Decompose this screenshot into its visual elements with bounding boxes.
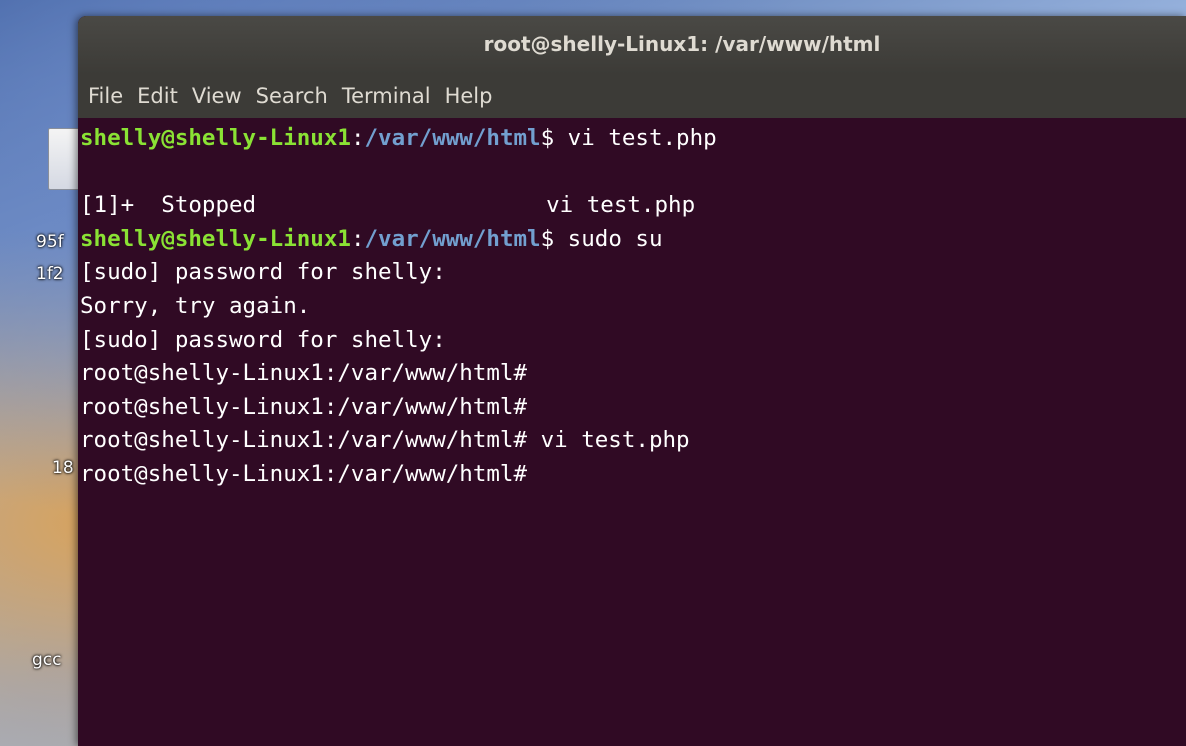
terminal-output[interactable]: shelly@shelly-Linux1:/var/www/html$ vi t… bbox=[78, 118, 1186, 746]
prompt-user: shelly@shelly-Linux1 bbox=[80, 225, 351, 252]
desktop-file-icon[interactable] bbox=[48, 128, 80, 190]
terminal-line: [sudo] password for shelly: bbox=[80, 259, 446, 286]
command-text: vi test.php bbox=[554, 125, 717, 151]
menu-search[interactable]: Search bbox=[256, 84, 328, 108]
terminal-line: root@shelly-Linux1:/var/www/html# bbox=[80, 460, 528, 487]
job-status: [1]+ Stopped bbox=[80, 192, 257, 219]
menu-bar: File Edit View Search Terminal Help bbox=[78, 74, 1186, 118]
window-titlebar[interactable]: root@shelly-Linux1: /var/www/html bbox=[78, 16, 1186, 74]
prompt-user: shelly@shelly-Linux1 bbox=[80, 125, 351, 151]
prompt-path: /var/www/html bbox=[364, 125, 541, 151]
menu-terminal[interactable]: Terminal bbox=[342, 84, 431, 108]
window-title: root@shelly-Linux1: /var/www/html bbox=[483, 32, 881, 56]
desktop-background: 95f 1f2 18 gcc root@shelly-Linux1: /var/… bbox=[0, 0, 1186, 746]
terminal-line: Sorry, try again. bbox=[80, 292, 311, 319]
prompt-dollar: $ bbox=[540, 225, 555, 252]
terminal-line-empty bbox=[80, 156, 1186, 190]
terminal-line: shelly@shelly-Linux1:/var/www/html$ sudo… bbox=[80, 225, 663, 252]
desktop-icon-label: 95f bbox=[36, 232, 64, 252]
prompt-dollar: $ bbox=[540, 125, 555, 151]
menu-view[interactable]: View bbox=[192, 84, 242, 108]
terminal-line: [sudo] password for shelly: bbox=[80, 326, 446, 353]
prompt-path: /var/www/html bbox=[364, 225, 541, 252]
terminal-line: [1]+ Stopped vi test.php bbox=[80, 189, 1186, 223]
desktop-icon-label: 18 bbox=[52, 458, 74, 478]
job-command: vi test.php bbox=[546, 192, 696, 219]
menu-help[interactable]: Help bbox=[445, 84, 493, 108]
menu-edit[interactable]: Edit bbox=[137, 84, 178, 108]
command-text: sudo su bbox=[554, 225, 663, 252]
desktop-icon-label: gcc bbox=[32, 650, 62, 670]
terminal-line: root@shelly-Linux1:/var/www/html# vi tes… bbox=[80, 427, 690, 454]
terminal-line: root@shelly-Linux1:/var/www/html# bbox=[80, 360, 528, 387]
terminal-window[interactable]: root@shelly-Linux1: /var/www/html File E… bbox=[78, 16, 1186, 746]
terminal-line: root@shelly-Linux1:/var/www/html# bbox=[80, 393, 528, 420]
desktop-icon-label: 1f2 bbox=[36, 264, 64, 284]
terminal-line: shelly@shelly-Linux1:/var/www/html$ vi t… bbox=[80, 125, 717, 151]
menu-file[interactable]: File bbox=[88, 84, 123, 108]
